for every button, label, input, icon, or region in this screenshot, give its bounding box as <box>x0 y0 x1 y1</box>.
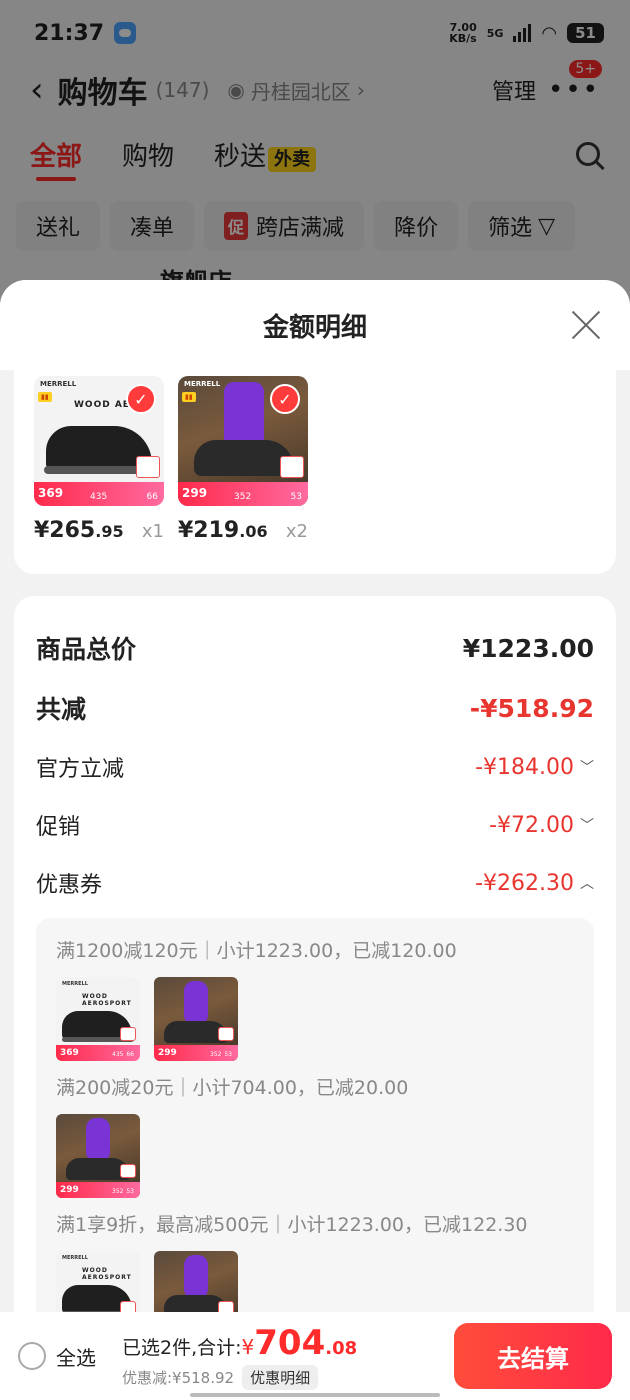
sheet-title: 金额明细 <box>262 312 367 343</box>
coupon-rule: 满1享9折，最高减500元｜小计1223.00，已减122.30 <box>56 1214 528 1236</box>
promo-discount-row[interactable]: 促销 -¥72.00 ﹀ <box>36 796 594 854</box>
discount-detail-button[interactable]: 优惠明细 <box>242 1364 319 1390</box>
product-item[interactable]: MERRELL ▮▮ 299 352 53 ✓ ¥219.06 x2 <box>178 376 308 543</box>
product-quantity: x1 <box>141 521 164 542</box>
select-all-label[interactable]: 全选 <box>56 1342 96 1371</box>
coupon-details: 满1200减120元｜小计1223.00，已减120.00 MERRELL WO… <box>36 918 594 1365</box>
checkout-bar: 全选 已选2件,合计: ¥ 704 .08 优惠减:¥518.92 优惠明细 去… <box>0 1312 630 1400</box>
amount-detail-sheet: 金额明细 MERRELL ▮▮ WOOD AEROS 369 435 66 ✓ <box>0 280 630 1400</box>
selected-check-icon[interactable]: ✓ <box>126 384 156 414</box>
product-thumbnail[interactable]: MERRELL ▮▮ 299 352 53 ✓ <box>178 376 308 506</box>
clog-image <box>194 440 294 476</box>
selected-products: MERRELL ▮▮ WOOD AEROS 369 435 66 ✓ ¥265.… <box>14 370 616 574</box>
basket-icon <box>280 456 304 478</box>
home-indicator <box>190 1393 440 1397</box>
product-price: ¥265.95 <box>34 518 124 543</box>
goods-total-value: ¥1223.00 <box>462 633 594 663</box>
basket-icon <box>136 456 160 478</box>
product-thumbnail: 299 352 53 <box>154 977 238 1061</box>
product-thumbnail: 299 352 53 <box>56 1114 140 1198</box>
product-thumbnail: MERRELL WOOD AEROSPORT 369 435 66 <box>56 977 140 1061</box>
coupon-discount-row[interactable]: 优惠券 -¥262.30 ︿ <box>36 854 594 912</box>
checkout-button[interactable]: 去结算 <box>454 1323 612 1389</box>
coupon-rule: 满1200减120元｜小计1223.00，已减120.00 <box>56 940 457 962</box>
discount-summary: 优惠减:¥518.92 <box>122 1368 235 1387</box>
close-icon[interactable] <box>570 308 602 340</box>
price-summary: 商品总价 ¥1223.00 共减 -¥518.92 官方立减 -¥184.00 ﹀… <box>14 596 616 1396</box>
chevron-down-icon: ﹀ <box>580 818 594 834</box>
selected-check-icon[interactable]: ✓ <box>270 384 300 414</box>
product-thumbnail[interactable]: MERRELL ▮▮ WOOD AEROS 369 435 66 ✓ <box>34 376 164 506</box>
select-all-radio[interactable] <box>18 1342 46 1370</box>
chevron-up-icon: ︿ <box>580 876 594 892</box>
total-discount-row: 共减 -¥518.92 <box>36 693 594 725</box>
product-quantity: x2 <box>285 521 308 542</box>
total-discount-value: -¥518.92 <box>469 693 594 723</box>
coupon-rule: 满200减20元｜小计704.00，已减20.00 <box>56 1077 409 1099</box>
product-item[interactable]: MERRELL ▮▮ WOOD AEROS 369 435 66 ✓ ¥265.… <box>34 376 164 543</box>
goods-total-row: 商品总价 ¥1223.00 <box>36 633 594 665</box>
order-total: 已选2件,合计: ¥ 704 .08 <box>122 1322 358 1363</box>
sheet-header: 金额明细 <box>0 280 630 370</box>
product-price: ¥219.06 <box>178 518 268 543</box>
official-discount-row[interactable]: 官方立减 -¥184.00 ﹀ <box>36 738 594 796</box>
chevron-down-icon: ﹀ <box>580 760 594 776</box>
